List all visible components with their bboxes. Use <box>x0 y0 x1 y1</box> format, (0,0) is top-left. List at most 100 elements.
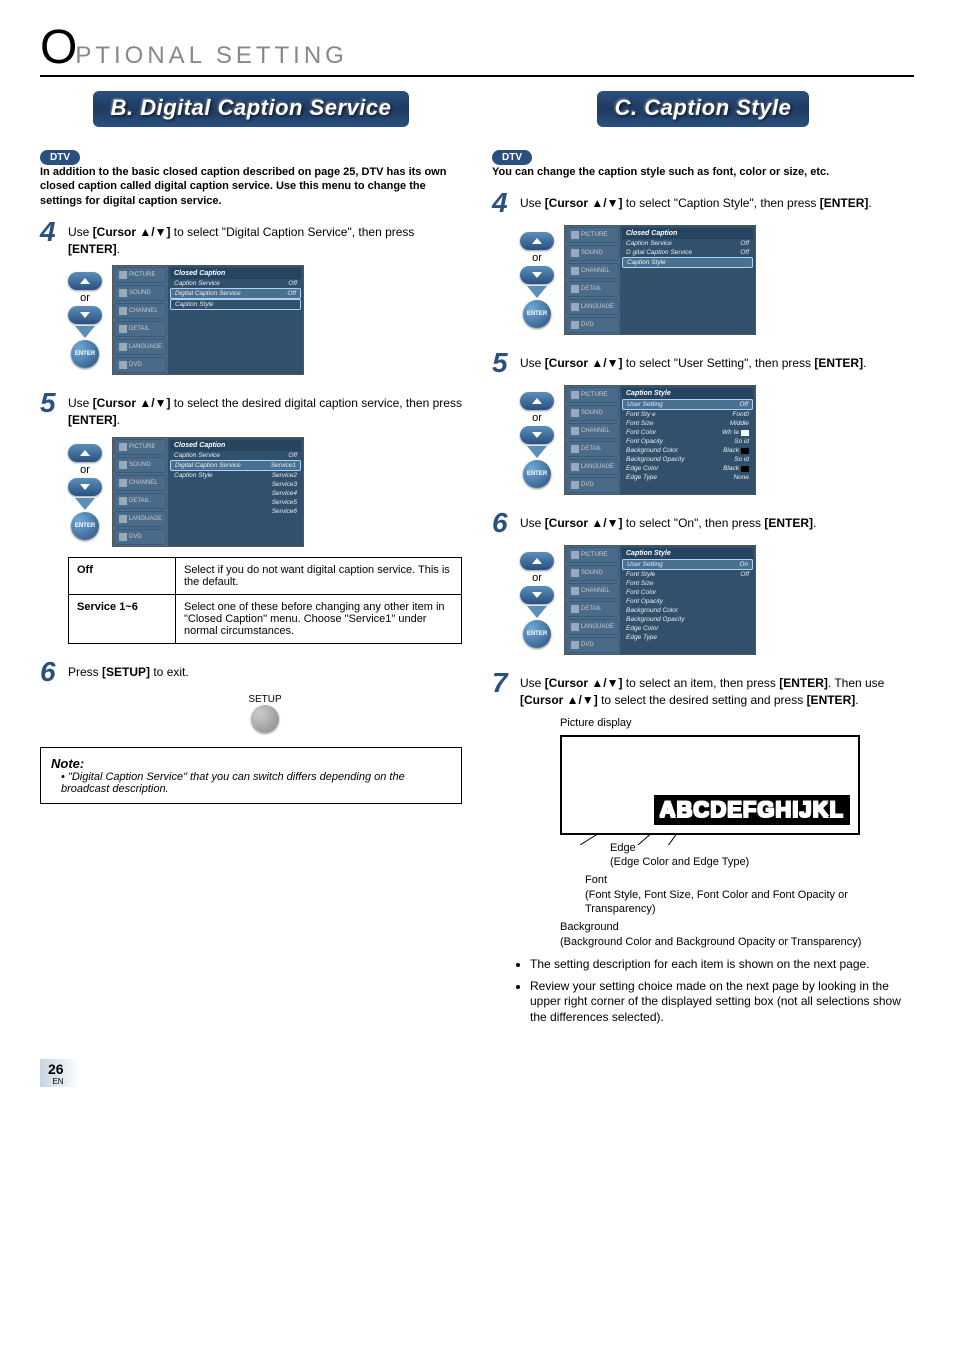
menu-detail: DETAIL <box>114 493 167 509</box>
or-text: or <box>532 412 542 424</box>
menu-row: Caption StyleService2 <box>170 471 301 480</box>
section-b-title: B. Digital Caption Service <box>93 91 410 127</box>
menu-channel: CHANNEL <box>114 475 167 491</box>
down-arrow-icon <box>75 498 95 510</box>
dtv-badge: DTV <box>492 150 532 165</box>
menu-header: Closed Caption <box>170 440 301 451</box>
down-arrow-icon <box>527 286 547 298</box>
list-item: The setting description for each item is… <box>530 957 914 973</box>
menu-row: Font Opacity <box>622 597 753 606</box>
menu-dvd: DVD <box>114 357 167 373</box>
cursor-down-icon[interactable] <box>520 266 554 284</box>
cursor-up-icon[interactable] <box>520 232 554 250</box>
picture-display-label: Picture display <box>560 717 914 729</box>
legend-font-desc: (Font Style, Font Size, Font Color and F… <box>585 889 848 915</box>
menu-row: Font SizeMiddle <box>622 419 753 428</box>
cursor-down-icon[interactable] <box>520 586 554 604</box>
menu-row: Background OpacitySo id <box>622 455 753 464</box>
menu-row: Font Size <box>622 579 753 588</box>
menu-language: LANGUAGE <box>114 339 167 355</box>
note-title: Note: <box>51 756 451 771</box>
step-b4: 4 Use [Cursor ▲/▼] to select "Digital Ca… <box>40 218 462 258</box>
cursor-buttons: or ENTER <box>520 232 554 328</box>
legend: Edge (Edge Color and Edge Type) Font (Fo… <box>560 841 914 949</box>
menu-row: Service5 <box>170 498 301 507</box>
or-text: or <box>532 572 542 584</box>
step-c5: 5 Use [Cursor ▲/▼] to select "User Setti… <box>492 349 914 377</box>
menu-detail: DETAIL <box>114 321 167 337</box>
enter-button[interactable]: ENTER <box>523 460 551 488</box>
cursor-up-icon[interactable] <box>520 392 554 410</box>
menu-screenshot-b4: PICTURE SOUND CHANNEL DETAIL LANGUAGE DV… <box>112 265 304 375</box>
menu-header: Closed Caption <box>622 228 753 239</box>
menu-picture: PICTURE <box>114 439 167 455</box>
option-table: Off Select if you do not want digital ca… <box>68 557 462 644</box>
step-b6: 6 Press [SETUP] to exit. <box>40 658 462 686</box>
section-c-title: C. Caption Style <box>597 91 810 127</box>
note-box: Note: • "Digital Caption Service" that y… <box>40 747 462 804</box>
intro-b: In addition to the basic closed caption … <box>40 165 462 208</box>
cursor-down-icon[interactable] <box>68 478 102 496</box>
step-number: 5 <box>40 389 62 417</box>
legend-bg-title: Background <box>560 920 914 934</box>
legend-bg-desc: (Background Color and Background Opacity… <box>560 936 861 948</box>
table-row: Service 1~6 Select one of these before c… <box>69 595 462 644</box>
step-text: Press [SETUP] to exit. <box>68 658 462 681</box>
menu-row: Caption ServiceOff <box>170 279 301 288</box>
step-number: 6 <box>492 509 514 537</box>
menu-row: Background Color <box>622 606 753 615</box>
menu-row: Edge TypeNone <box>622 473 753 482</box>
legend-edge-title: Edge <box>610 841 914 855</box>
menu-row: Font Color <box>622 588 753 597</box>
menu-sound: SOUND <box>114 457 167 473</box>
menu-row: Background ColorBlack <box>622 446 753 455</box>
step-b5: 5 Use [Cursor ▲/▼] to select the desired… <box>40 389 462 429</box>
step-number: 7 <box>492 669 514 697</box>
step-c7: 7 Use [Cursor ▲/▼] to select an item, th… <box>492 669 914 709</box>
menu-sound: SOUND <box>114 285 167 301</box>
menu-row: Caption ServiceOff <box>622 239 753 248</box>
legend-edge-desc: (Edge Color and Edge Type) <box>610 856 749 868</box>
cursor-up-icon[interactable] <box>520 552 554 570</box>
menu-row: Service4 <box>170 489 301 498</box>
cursor-down-icon[interactable] <box>68 306 102 324</box>
table-row: Off Select if you do not want digital ca… <box>69 558 462 595</box>
menu-row: User SettingOn <box>622 559 753 570</box>
step-text: Use [Cursor ▲/▼] to select "Caption Styl… <box>520 189 914 212</box>
setup-circle-icon <box>251 705 279 733</box>
menu-row: Digital Caption ServiceOff <box>170 288 301 299</box>
cursor-buttons: or ENTER <box>520 552 554 648</box>
menu-language: LANGUAGE <box>114 511 167 527</box>
dtv-badge: DTV <box>40 150 80 165</box>
setup-button[interactable]: SETUP <box>68 694 462 733</box>
enter-button[interactable]: ENTER <box>523 620 551 648</box>
menu-row: Edge ColorBlack <box>622 464 753 473</box>
cursor-up-icon[interactable] <box>68 272 102 290</box>
header-first-letter: O <box>40 21 75 74</box>
legend-font-title: Font <box>585 873 914 887</box>
menu-screenshot-c6: PICTURE SOUND CHANNEL DETAIL LANGUAGE DV… <box>564 545 756 655</box>
intro-c: You can change the caption style such as… <box>492 165 914 179</box>
menu-row: D gital Caption ServiceOff <box>622 248 753 257</box>
menu-header: Caption Style <box>622 548 753 559</box>
step-number: 4 <box>492 189 514 217</box>
menu-screenshot-c4: PICTURE SOUND CHANNEL DETAIL LANGUAGE DV… <box>564 225 756 335</box>
menu-screenshot-b5: PICTURE SOUND CHANNEL DETAIL LANGUAGE DV… <box>112 437 304 547</box>
cursor-buttons: or ENTER <box>68 444 102 540</box>
step-number: 4 <box>40 218 62 246</box>
cursor-up-icon[interactable] <box>68 444 102 462</box>
enter-button[interactable]: ENTER <box>71 512 99 540</box>
enter-button[interactable]: ENTER <box>523 300 551 328</box>
enter-button[interactable]: ENTER <box>71 340 99 368</box>
cursor-down-icon[interactable] <box>520 426 554 444</box>
menu-row: Font StyleOff <box>622 570 753 579</box>
step-text: Use [Cursor ▲/▼] to select "On", then pr… <box>520 509 914 532</box>
menu-row: Caption ServiceOff <box>170 451 301 460</box>
menu-row: Background Opacity <box>622 615 753 624</box>
menu-row: Font ColorWh te <box>622 428 753 437</box>
menu-row: Font OpacitySo id <box>622 437 753 446</box>
right-column: C. Caption Style DTV You can change the … <box>492 91 914 1039</box>
step-text: Use [Cursor ▲/▼] to select the desired d… <box>68 389 462 429</box>
list-item: Review your setting choice made on the n… <box>530 979 914 1026</box>
down-arrow-icon <box>75 326 95 338</box>
